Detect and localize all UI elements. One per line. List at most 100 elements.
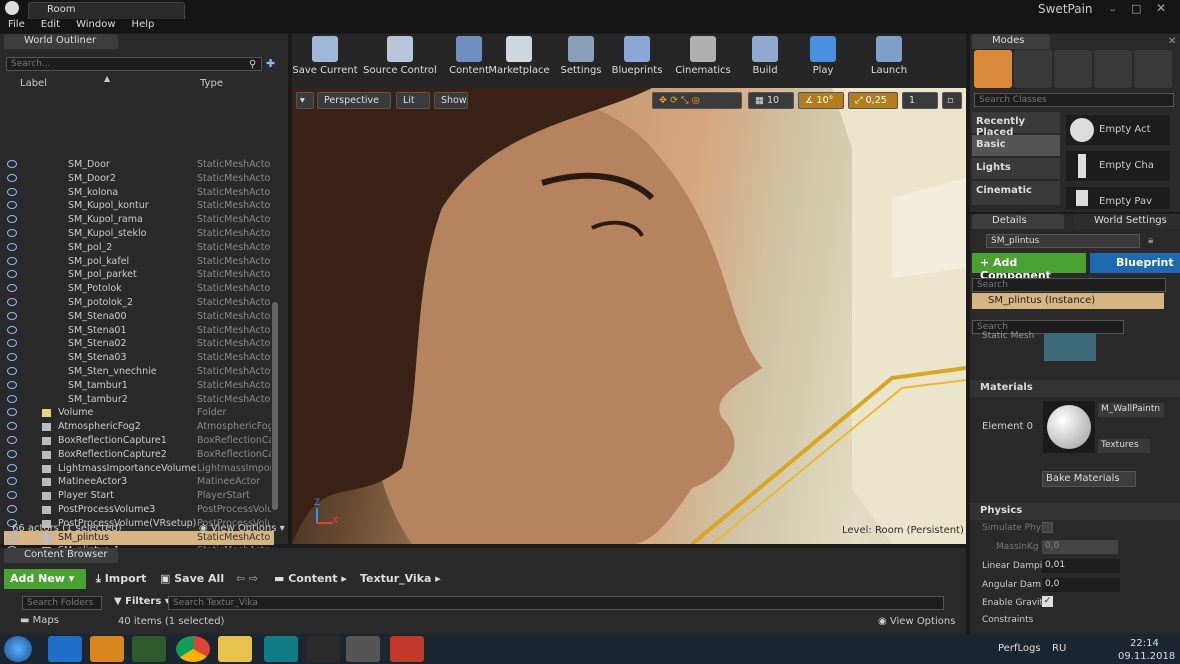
outliner-row[interactable]: SM_Stena02 StaticMeshActor xyxy=(4,337,274,351)
outliner-row[interactable]: SM_Potolok StaticMeshActor xyxy=(4,282,274,296)
outliner-row[interactable]: Player Start PlayerStart xyxy=(4,489,274,503)
maximize-button[interactable]: □ xyxy=(1131,2,1141,15)
menu-help[interactable]: Help xyxy=(132,19,155,30)
language-indicator[interactable]: RU xyxy=(1052,643,1066,654)
visibility-eye-icon[interactable] xyxy=(7,449,17,458)
empty-actor-item[interactable]: Empty Act xyxy=(1066,115,1170,145)
outliner-row[interactable]: SM_Stena00 StaticMeshActor xyxy=(4,310,274,324)
explorer-icon[interactable] xyxy=(218,636,252,662)
place-mode-icon[interactable] xyxy=(974,50,1012,88)
visibility-eye-icon[interactable] xyxy=(7,284,17,293)
outliner-row[interactable]: LightmassImportanceVolume LightmassImport xyxy=(4,462,274,476)
visibility-eye-icon[interactable] xyxy=(7,422,17,431)
textures-dropdown[interactable]: Textures xyxy=(1098,439,1150,453)
add-filter-icon[interactable]: ✚ xyxy=(266,57,275,70)
visibility-eye-icon[interactable] xyxy=(7,173,17,182)
materials-section-header[interactable]: Materials xyxy=(970,380,1180,397)
outliner-row[interactable]: SM_pol_2 StaticMeshActor xyxy=(4,241,274,255)
level-viewport[interactable]: Z X Level: Room (Persistent) xyxy=(292,88,966,544)
path-content[interactable]: ▬ Content ▸ xyxy=(274,572,347,585)
component-search-input[interactable]: Search xyxy=(972,278,1166,292)
close-button[interactable]: ✕ xyxy=(1156,1,1166,15)
instance-row[interactable]: SM_plintus (Instance) xyxy=(972,293,1164,309)
visibility-eye-icon[interactable] xyxy=(7,408,17,417)
simulate-physics-checkbox[interactable] xyxy=(1042,522,1053,533)
static-mesh-thumbnail[interactable] xyxy=(1044,333,1096,361)
column-type[interactable]: Type xyxy=(200,78,223,89)
outliner-row[interactable]: SM_Door StaticMeshActor xyxy=(4,158,274,172)
visibility-eye-icon[interactable] xyxy=(7,242,17,251)
minimize-button[interactable]: – xyxy=(1110,3,1116,16)
menu-file[interactable]: File xyxy=(8,19,25,30)
empty-character-item[interactable]: Empty Cha xyxy=(1066,151,1170,181)
blueprint-button[interactable]: Blueprint xyxy=(1090,253,1180,273)
visibility-eye-icon[interactable] xyxy=(7,380,17,389)
outliner-row[interactable]: SM_Kupol_rama StaticMeshActor xyxy=(4,213,274,227)
path-textur-vika[interactable]: Textur_Vika ▸ xyxy=(360,572,441,585)
actor-name-field[interactable]: SM_plintus xyxy=(986,234,1140,248)
category-cinematic[interactable]: Cinematic xyxy=(972,181,1060,205)
visibility-eye-icon[interactable] xyxy=(7,477,17,486)
outliner-row[interactable]: SM_pol_parket StaticMeshActor xyxy=(4,268,274,282)
search-classes-input[interactable]: Search Classes xyxy=(974,93,1174,107)
outliner-row[interactable]: SM_Door2 StaticMeshActor xyxy=(4,172,274,186)
outliner-row[interactable]: Volume Folder xyxy=(4,406,274,420)
visibility-eye-icon[interactable] xyxy=(7,436,17,444)
outliner-row[interactable]: SM_Kupol_steklo StaticMeshActor xyxy=(4,227,274,241)
terminal-icon[interactable] xyxy=(132,636,166,662)
chrome-icon[interactable] xyxy=(176,636,210,662)
camera-speed-button[interactable]: 1 xyxy=(902,92,938,109)
maps-folder[interactable]: ▬ Maps xyxy=(20,615,59,626)
clock-time[interactable]: 22:14 xyxy=(1130,638,1159,649)
visibility-eye-icon[interactable] xyxy=(7,505,17,513)
maximize-viewport-button[interactable]: ▫ xyxy=(942,92,962,109)
angular-damping-field[interactable]: 0,0 xyxy=(1042,578,1120,592)
angle-snap-button[interactable]: ∡ 10° xyxy=(798,92,844,109)
visibility-eye-icon[interactable] xyxy=(7,339,17,348)
visibility-eye-icon[interactable] xyxy=(7,311,17,320)
enable-gravity-checkbox[interactable]: ✓ xyxy=(1042,596,1053,607)
import-button[interactable]: ⤓ Import xyxy=(96,572,146,586)
perflogs-label[interactable]: PerfLogs xyxy=(998,643,1041,654)
outliner-row[interactable]: MatineeActor3 MatineeActor xyxy=(4,475,274,489)
filters-button[interactable]: ▼ Filters ▾ xyxy=(114,596,170,607)
cinematics-button[interactable]: Cinematics xyxy=(670,36,736,86)
material-thumbnail[interactable] xyxy=(1043,401,1095,453)
launch-button[interactable]: Launch xyxy=(856,36,922,86)
ie-icon[interactable] xyxy=(48,636,82,662)
visibility-eye-icon[interactable] xyxy=(7,463,17,472)
outliner-row[interactable]: SM_Stena03 StaticMeshActor xyxy=(4,351,274,365)
empty-pawn-item[interactable]: Empty Pav xyxy=(1066,187,1170,209)
visibility-eye-icon[interactable] xyxy=(7,256,17,265)
outliner-row[interactable]: SM_Stena01 StaticMeshActor xyxy=(4,324,274,338)
tab-content-browser[interactable]: Content Browser xyxy=(4,548,118,563)
physics-section-header[interactable]: Physics xyxy=(970,503,1180,520)
constraints-label[interactable]: Constraints xyxy=(982,615,1033,625)
category-lights[interactable]: Lights xyxy=(972,158,1060,179)
menu-edit[interactable]: Edit xyxy=(41,19,60,30)
search-assets-input[interactable]: Search Textur_Vika xyxy=(168,596,944,610)
mass-field[interactable]: 0,0 xyxy=(1042,540,1118,554)
content-view-options[interactable]: ◉ View Options xyxy=(878,616,955,627)
perspective-button[interactable]: Perspective xyxy=(317,92,391,109)
geometry-mode-icon[interactable] xyxy=(1134,50,1172,88)
close-modes-icon[interactable]: ✕ xyxy=(1168,36,1176,47)
save-current-button[interactable]: Save Current xyxy=(292,36,358,86)
visibility-eye-icon[interactable] xyxy=(7,367,17,375)
visibility-eye-icon[interactable] xyxy=(7,187,17,196)
visibility-eye-icon[interactable] xyxy=(7,229,17,237)
visibility-eye-icon[interactable] xyxy=(7,160,17,168)
lit-button[interactable]: Lit xyxy=(396,92,430,109)
outliner-view-options[interactable]: ◉ View Options ▾ xyxy=(199,523,285,534)
visibility-eye-icon[interactable] xyxy=(7,325,17,334)
outliner-row[interactable]: SM_potolok_2 StaticMeshActor xyxy=(4,296,274,310)
outliner-row[interactable]: PostProcessVolume3 PostProcessVolu xyxy=(4,503,274,517)
level-tab[interactable]: Room xyxy=(28,2,185,19)
column-label[interactable]: Label xyxy=(20,78,47,89)
visibility-eye-icon[interactable] xyxy=(7,394,17,403)
lock-icon[interactable]: 🔒︎ xyxy=(1148,235,1153,246)
outliner-search-input[interactable]: Search... xyxy=(6,57,262,71)
transform-tools[interactable]: ✥ ⟳ ⤡ ◎ xyxy=(652,92,742,109)
outliner-row[interactable]: SM_pol_kafel StaticMeshActor xyxy=(4,255,274,269)
outliner-row[interactable]: SM_Kupol_kontur StaticMeshActor xyxy=(4,199,274,213)
